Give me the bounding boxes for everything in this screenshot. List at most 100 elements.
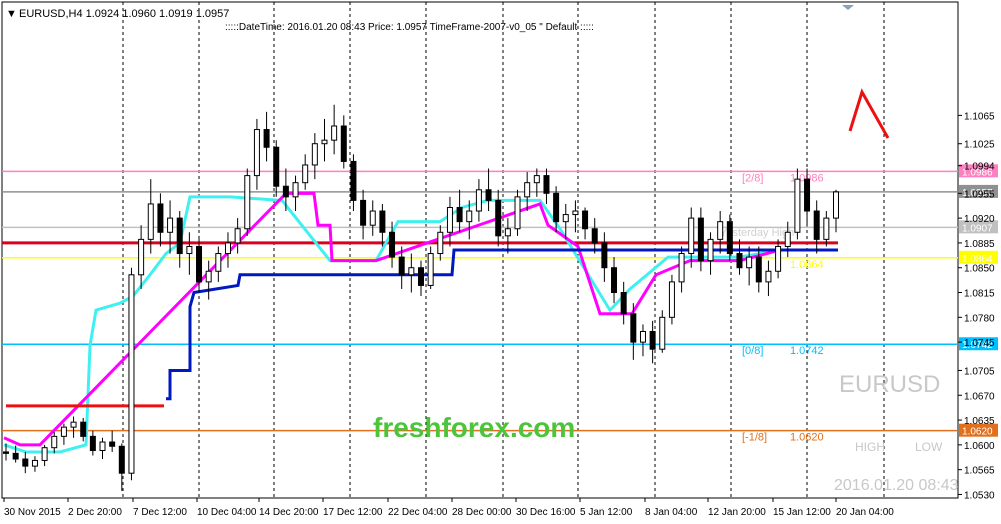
candle-body	[572, 210, 579, 216]
candle-body	[321, 139, 328, 145]
candle-body	[804, 178, 811, 212]
candle-body	[60, 426, 67, 437]
time-tick-label: 30 Dec 16:00	[516, 507, 576, 518]
candle-body	[813, 210, 820, 240]
low-label: LOW	[915, 440, 943, 454]
candle-body	[80, 421, 87, 437]
candle-body	[533, 175, 540, 184]
candle-body	[360, 199, 367, 226]
time-axis: 30 Nov 2015 2 Dec 20:00 7 Dec 12:00 10 Dec …	[3, 498, 894, 518]
candle-body	[234, 228, 241, 244]
candle-body	[620, 292, 627, 315]
candle-body	[466, 210, 473, 223]
level-label-value: 1.0742	[790, 345, 824, 357]
candle-body	[833, 191, 839, 219]
candle-body	[746, 256, 753, 269]
price-tick-label: 1.0745	[964, 338, 995, 349]
candle-body	[273, 146, 280, 187]
candle-body	[485, 189, 492, 201]
chart-shift-marker-icon[interactable]	[842, 5, 854, 10]
candle-body	[582, 210, 589, 230]
candle-body	[311, 143, 318, 166]
candle-body	[109, 441, 116, 447]
price-axis: 1.1065 1.1025 1.0994 1.0955 1.0920 1.0885 1.08…	[958, 111, 995, 501]
time-tick-label: 2 Dec 20:00	[68, 507, 122, 518]
candle-body	[446, 206, 453, 233]
price-tick-label: 1.0955	[964, 189, 995, 200]
candle-body	[350, 160, 357, 201]
level-label-value: 1.0620	[790, 432, 824, 444]
price-tick-label: 1.1065	[964, 111, 995, 122]
candle-body	[427, 253, 434, 286]
candle-body	[205, 270, 212, 283]
candle-body	[678, 253, 685, 283]
candle-body	[99, 441, 106, 452]
candle-body	[823, 217, 830, 240]
price-tick-label: 1.0780	[964, 313, 995, 324]
time-tick-label: 22 Dec 04:00	[388, 507, 448, 518]
candle-body	[736, 253, 743, 269]
time-tick-label: 15 Jan 12:00	[773, 507, 831, 518]
time-tick-label: 30 Nov 2015	[4, 507, 61, 518]
candle-body	[639, 330, 646, 343]
high-label: HIGH	[855, 440, 885, 454]
collapse-triangle-icon[interactable]: ▼	[6, 8, 17, 20]
price-tick-label: 1.0670	[964, 391, 995, 402]
datetime-watermark: 2016.01.20 08:43	[834, 477, 959, 494]
symbol-watermark: EURUSD	[839, 371, 940, 398]
price-tick-label: 1.0920	[964, 214, 995, 225]
candle-body	[504, 228, 511, 237]
candle-body	[167, 217, 174, 233]
symbol-info: EURUSD,H4 1.0924 1.0960 1.0919 1.0957	[19, 8, 229, 20]
candle-body	[688, 217, 695, 255]
indicator-info: :::::DateTime: 2016.01.20 08:43 Price: 1…	[225, 22, 594, 33]
candle-body	[302, 164, 309, 184]
price-tick-label: 1.0885	[964, 239, 995, 250]
candle-body	[224, 242, 231, 255]
price-tick-label: 1.0815	[964, 289, 995, 300]
candle-body	[601, 242, 608, 269]
price-tick-label: 1.0850	[964, 264, 995, 275]
candle-body	[611, 267, 618, 294]
candle-body	[784, 231, 791, 247]
candle-body	[697, 217, 704, 262]
candle-body	[118, 445, 125, 474]
time-tick-label: 10 Dec 04:00	[197, 507, 257, 518]
price-tick-label: 1.0635	[964, 416, 995, 427]
candle-body	[41, 447, 48, 461]
price-tick-label: 1.0530	[964, 490, 995, 501]
candle-body	[475, 189, 482, 212]
candle-body	[340, 125, 347, 162]
candle-body	[51, 435, 58, 449]
price-chart[interactable]: 1.0986[2/8] 1.09861.09571.09071.08641.086…	[0, 0, 1001, 524]
level-label-value: 1.0864	[790, 259, 824, 271]
price-tick-label: 1.0994	[964, 162, 995, 173]
candle-body	[553, 192, 560, 223]
candle-body	[196, 245, 203, 283]
candle-body	[755, 256, 762, 283]
candle-body	[418, 267, 424, 286]
candle-body	[22, 458, 29, 467]
time-tick-label: 20 Jan 04:00	[836, 507, 894, 518]
candle-body	[157, 203, 164, 233]
candle-body	[128, 274, 135, 474]
blue-trend-line	[166, 248, 838, 401]
candle-body	[331, 125, 338, 141]
candle-body	[12, 452, 19, 460]
candle-body	[70, 421, 77, 428]
candle-body	[707, 238, 714, 262]
time-tick-label: 14 Dec 20:00	[259, 507, 319, 518]
candle-body	[389, 231, 396, 258]
candle-body	[263, 129, 270, 148]
candle-body	[244, 175, 251, 230]
time-tick-label: 17 Dec 12:00	[323, 507, 383, 518]
time-tick-label: 12 Jan 20:00	[708, 507, 766, 518]
site-watermark: freshforex.com	[373, 412, 575, 443]
candle-body	[379, 210, 386, 233]
candle-body	[591, 228, 598, 244]
candle-body	[495, 199, 502, 237]
candle-body	[775, 245, 782, 272]
candle-body	[369, 210, 376, 226]
level-price-tag-text: 1.0620	[962, 427, 993, 438]
candle-body	[514, 196, 521, 230]
